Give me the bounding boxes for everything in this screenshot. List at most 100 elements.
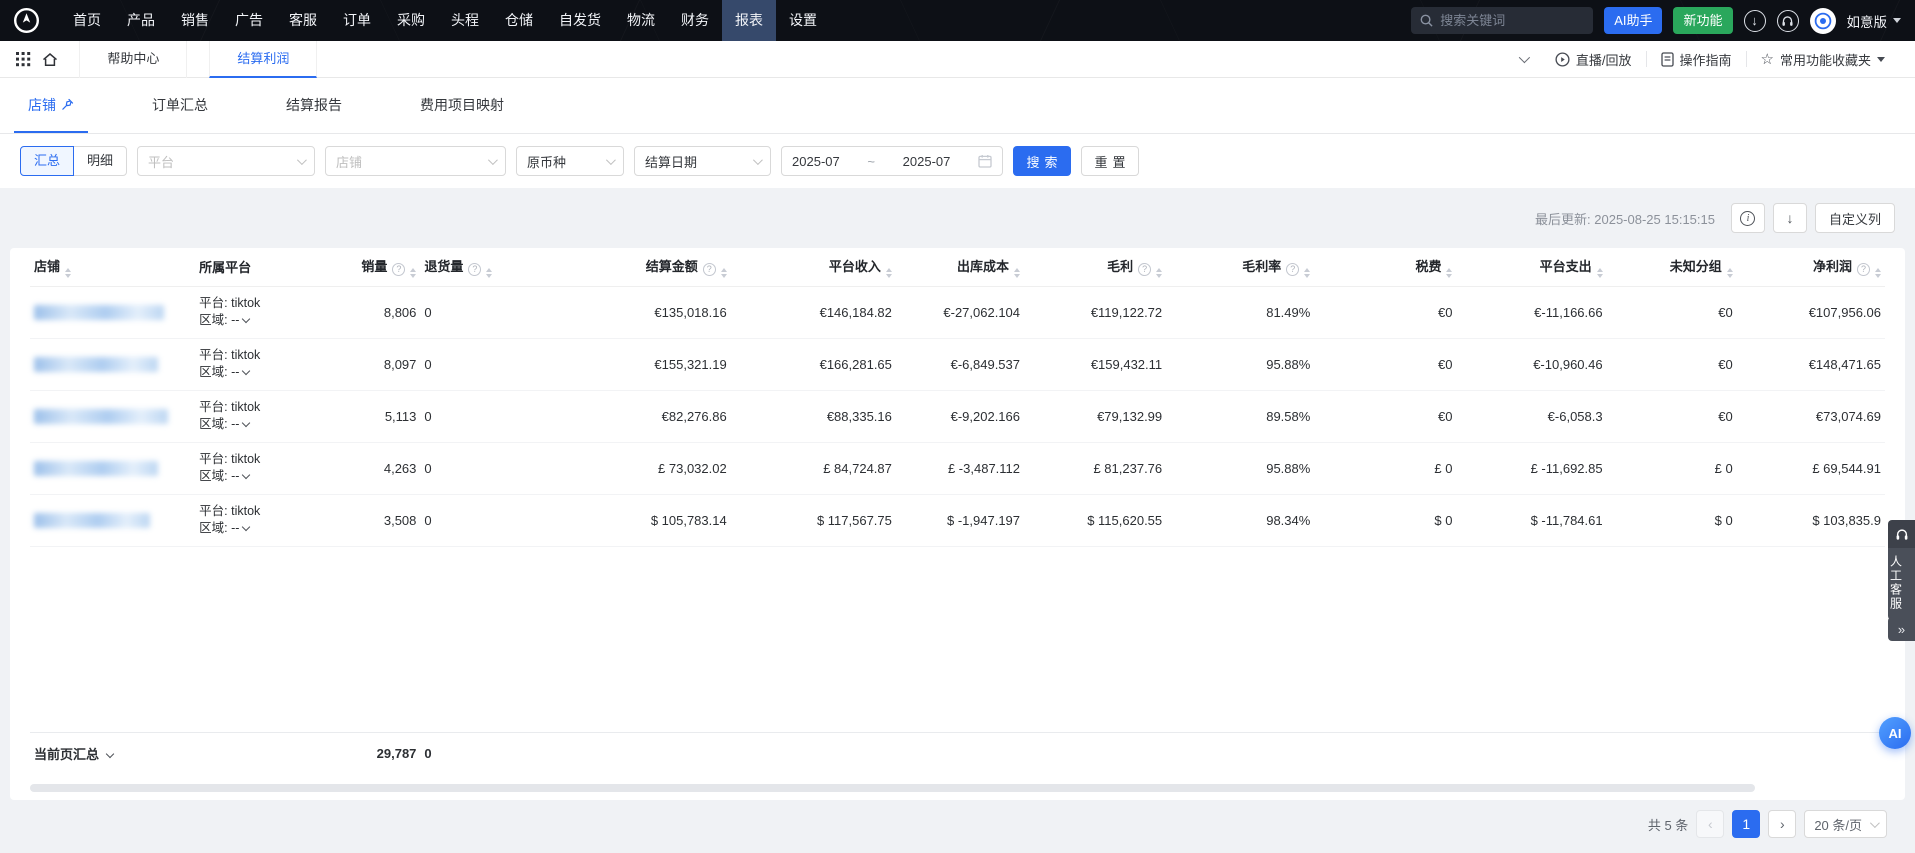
tab-help-center[interactable]: 帮助中心 bbox=[79, 41, 187, 78]
region-line[interactable]: 区域: -- bbox=[199, 312, 326, 329]
help-icon[interactable]: ? bbox=[1286, 263, 1299, 276]
horizontal-scrollbar[interactable] bbox=[30, 784, 1755, 792]
mode-detail-button[interactable]: 明细 bbox=[73, 146, 127, 176]
nav-item-销售[interactable]: 销售 bbox=[168, 0, 222, 41]
summary-label-cell[interactable]: 当前页汇总 bbox=[30, 732, 195, 774]
platform-select[interactable]: 平台 bbox=[137, 146, 315, 176]
report-tab-结算报告[interactable]: 结算报告 bbox=[272, 78, 356, 133]
help-icon[interactable]: ? bbox=[1138, 263, 1151, 276]
help-icon[interactable]: ? bbox=[1857, 263, 1870, 276]
customize-columns-button[interactable]: 自定义列 bbox=[1815, 203, 1895, 233]
collapse-widget-button[interactable]: » bbox=[1888, 617, 1915, 641]
sort-icon[interactable] bbox=[1446, 268, 1452, 278]
guide-link[interactable]: 操作指南 bbox=[1647, 50, 1746, 69]
summary-sales-cell: 29,787 bbox=[330, 732, 420, 774]
reset-button[interactable]: 重置 bbox=[1081, 146, 1139, 176]
chevron-down-icon bbox=[105, 750, 113, 758]
column-header-returns[interactable]: 退货量? bbox=[420, 248, 530, 286]
global-search[interactable] bbox=[1411, 7, 1593, 34]
region-line[interactable]: 区域: -- bbox=[199, 520, 326, 537]
sort-icon[interactable] bbox=[486, 268, 492, 278]
prev-page-button[interactable]: ‹ bbox=[1696, 810, 1724, 838]
column-header-unknown_group[interactable]: 未知分组 bbox=[1607, 248, 1737, 286]
summary-empty-cell bbox=[1166, 732, 1314, 774]
next-page-button[interactable]: › bbox=[1768, 810, 1796, 838]
search-button[interactable]: 搜索 bbox=[1013, 146, 1071, 176]
ai-assistant-button[interactable]: AI助手 bbox=[1604, 7, 1662, 34]
nav-item-广告[interactable]: 广告 bbox=[222, 0, 276, 41]
nav-item-采购[interactable]: 采购 bbox=[384, 0, 438, 41]
help-icon[interactable]: ? bbox=[468, 263, 481, 276]
sort-icon[interactable] bbox=[1597, 268, 1603, 278]
page-1-button[interactable]: 1 bbox=[1732, 810, 1760, 838]
pagination: 共 5 条 ‹ 1 › 20 条/页 bbox=[0, 800, 1915, 848]
nav-item-仓储[interactable]: 仓储 bbox=[492, 0, 546, 41]
nav-item-财务[interactable]: 财务 bbox=[668, 0, 722, 41]
sort-icon[interactable] bbox=[1727, 268, 1733, 278]
table-empty-space bbox=[30, 546, 1885, 732]
download-center-icon[interactable]: ↓ bbox=[1744, 10, 1766, 32]
column-header-tax[interactable]: 税费 bbox=[1314, 248, 1456, 286]
nav-item-设置[interactable]: 设置 bbox=[776, 0, 830, 41]
nav-item-产品[interactable]: 产品 bbox=[114, 0, 168, 41]
ai-floating-button[interactable]: AI bbox=[1879, 717, 1911, 749]
column-header-settlement[interactable]: 结算金额? bbox=[531, 248, 731, 286]
nav-item-报表[interactable]: 报表 bbox=[722, 0, 776, 41]
new-features-button[interactable]: 新功能 bbox=[1673, 7, 1732, 34]
sort-icon[interactable] bbox=[1156, 268, 1162, 278]
search-input[interactable] bbox=[1440, 13, 1570, 28]
date-end[interactable]: 2025-07 bbox=[903, 154, 951, 169]
nav-item-头程[interactable]: 头程 bbox=[438, 0, 492, 41]
date-start[interactable]: 2025-07 bbox=[792, 154, 840, 169]
favorites-menu[interactable]: ☆ 常用功能收藏夹 bbox=[1747, 50, 1899, 69]
region-line[interactable]: 区域: -- bbox=[199, 364, 326, 381]
report-tab-店铺[interactable]: 店铺 bbox=[14, 78, 88, 133]
app-logo-icon[interactable] bbox=[13, 7, 40, 34]
column-header-gross_profit[interactable]: 毛利? bbox=[1024, 248, 1166, 286]
sort-icon[interactable] bbox=[721, 268, 727, 278]
region-line[interactable]: 区域: -- bbox=[199, 468, 326, 485]
info-button[interactable]: i bbox=[1731, 203, 1765, 233]
currency-select[interactable]: 原币种 bbox=[516, 146, 624, 176]
nav-item-首页[interactable]: 首页 bbox=[60, 0, 114, 41]
mode-summary-button[interactable]: 汇总 bbox=[20, 146, 74, 176]
column-header-platform_income[interactable]: 平台收入 bbox=[731, 248, 896, 286]
column-header-outbound_cost[interactable]: 出库成本 bbox=[896, 248, 1024, 286]
help-icon[interactable]: ? bbox=[392, 263, 405, 276]
nav-item-物流[interactable]: 物流 bbox=[614, 0, 668, 41]
column-header-gross_margin[interactable]: 毛利率? bbox=[1166, 248, 1314, 286]
help-icon[interactable]: ? bbox=[703, 263, 716, 276]
date-type-select[interactable]: 结算日期 bbox=[634, 146, 771, 176]
store-select[interactable]: 店铺 bbox=[325, 146, 506, 176]
report-tab-订单汇总[interactable]: 订单汇总 bbox=[138, 78, 222, 133]
sort-icon[interactable] bbox=[886, 268, 892, 278]
nav-item-客服[interactable]: 客服 bbox=[276, 0, 330, 41]
sort-icon[interactable] bbox=[1014, 268, 1020, 278]
gross_margin-cell: 95.88% bbox=[1166, 338, 1314, 390]
live-replay-link[interactable]: 直播/回放 bbox=[1541, 50, 1646, 69]
user-avatar[interactable] bbox=[1810, 8, 1836, 34]
column-header-sales[interactable]: 销量? bbox=[330, 248, 420, 286]
sort-icon[interactable] bbox=[1304, 268, 1310, 278]
sort-icon[interactable] bbox=[1875, 268, 1881, 278]
sort-icon[interactable] bbox=[410, 268, 416, 278]
collapse-tabs-chevron[interactable] bbox=[1505, 55, 1541, 63]
nav-item-订单[interactable]: 订单 bbox=[330, 0, 384, 41]
tab-settlement-profit[interactable]: 结算利润 bbox=[209, 41, 317, 78]
export-button[interactable]: ↓ bbox=[1773, 203, 1807, 233]
date-range-picker[interactable]: 2025-07 ~ 2025-07 bbox=[781, 146, 1003, 176]
sort-down-caret bbox=[1156, 274, 1162, 278]
page-size-select[interactable]: 20 条/页 bbox=[1804, 810, 1887, 838]
column-header-net_profit[interactable]: 净利润? bbox=[1737, 248, 1885, 286]
edition-switcher[interactable]: 如意版 bbox=[1847, 11, 1902, 31]
region-line[interactable]: 区域: -- bbox=[199, 416, 326, 433]
column-header-platform_expense[interactable]: 平台支出 bbox=[1456, 248, 1606, 286]
customer-service-widget[interactable]: 人工客服 bbox=[1888, 520, 1915, 620]
apps-grid-icon[interactable] bbox=[16, 52, 19, 55]
column-header-store[interactable]: 店铺 bbox=[30, 248, 195, 286]
headset-support-icon[interactable] bbox=[1777, 10, 1799, 32]
report-tab-费用项目映射[interactable]: 费用项目映射 bbox=[406, 78, 518, 133]
sort-icon[interactable] bbox=[65, 268, 71, 278]
home-icon[interactable] bbox=[41, 51, 59, 68]
nav-item-自发货[interactable]: 自发货 bbox=[546, 0, 614, 41]
